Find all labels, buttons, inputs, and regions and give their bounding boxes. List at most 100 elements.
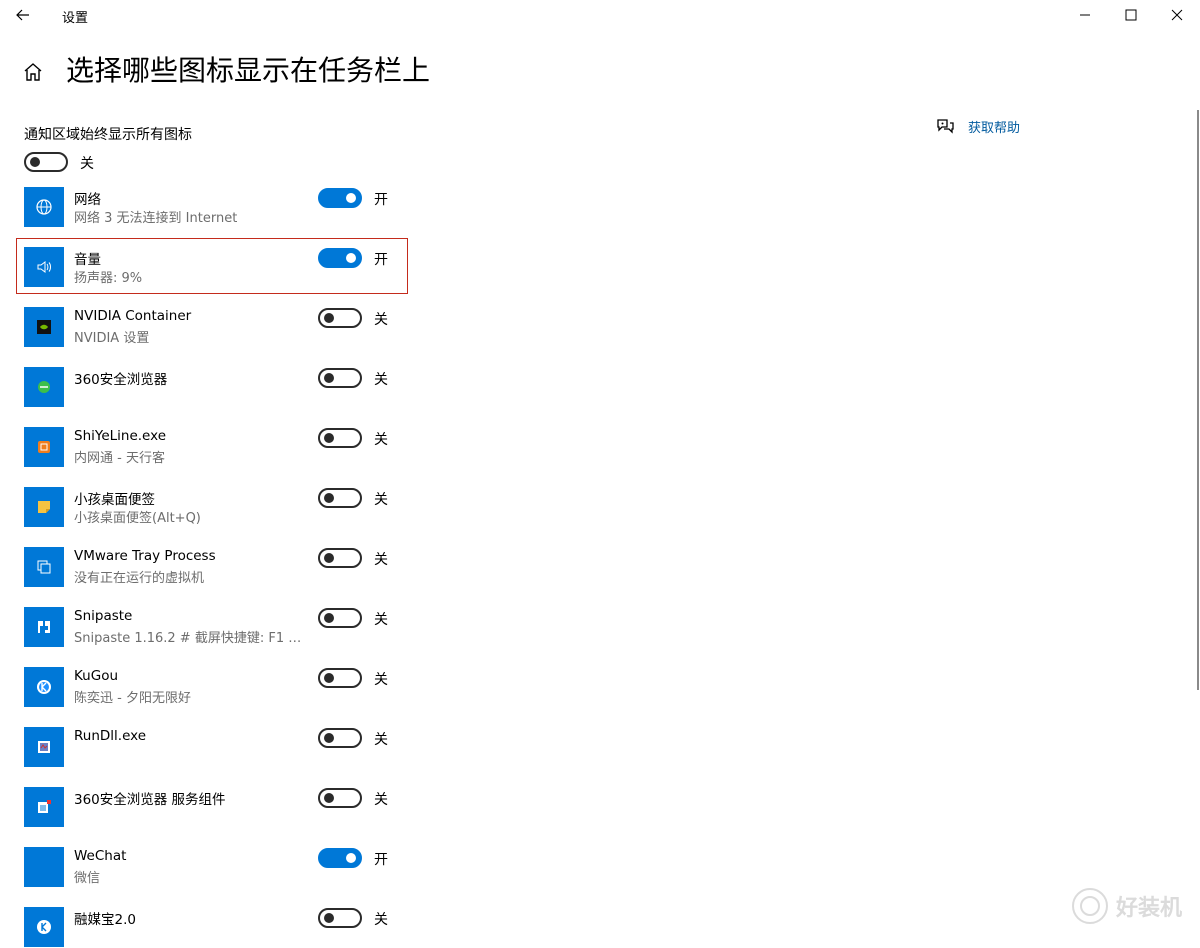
toggle-knob: [324, 493, 334, 503]
app-name: ShiYeLine.exe: [74, 428, 167, 444]
app-toggle-state: 关: [374, 312, 388, 328]
app-name: KuGou: [74, 668, 119, 684]
minimize-button[interactable]: [1062, 0, 1108, 30]
app-row: 网络网络 3 无法连接到 Internet 开: [0, 186, 420, 228]
app-name: VMware Tray Process: [74, 548, 216, 564]
app-toggle[interactable]: [318, 188, 362, 208]
app-name: 小孩桌面便签: [74, 492, 155, 508]
toggle-knob: [324, 793, 334, 803]
page-heading: 选择哪些图标显示在任务栏上: [0, 52, 800, 92]
app-toggle-row: 关: [318, 608, 438, 630]
app-toggle[interactable]: [318, 248, 362, 268]
app-toggle[interactable]: [318, 428, 362, 448]
always-show-toggle-row: 关: [24, 152, 224, 174]
app-toggle-state: 开: [374, 192, 388, 208]
app-row: 360安全浏览器 关: [0, 366, 420, 408]
app-subtitle: 没有正在运行的虚拟机: [74, 571, 205, 586]
page-title: 选择哪些图标显示在任务栏上: [66, 54, 431, 87]
shiyeline-icon: [24, 427, 64, 467]
app-toggle-state: 关: [374, 912, 388, 928]
app-row: ShiYeLine.exe 内网通 - 天行客 关: [0, 426, 420, 468]
toggle-knob: [30, 157, 40, 167]
toggle-knob: [324, 313, 334, 323]
app-toggle-row: 开: [318, 848, 438, 870]
toggle-knob: [324, 733, 334, 743]
app-row: VMware Tray Process 没有正在运行的虚拟机 关: [0, 546, 420, 588]
app-toggle[interactable]: [318, 728, 362, 748]
toggle-knob: [346, 193, 356, 203]
app-toggle-state: 关: [374, 372, 388, 388]
get-help-label[interactable]: 获取帮助: [968, 117, 1020, 136]
nvidia-icon: [24, 307, 64, 347]
app-subtitle: NVIDIA 设置: [74, 331, 150, 346]
360-service-icon: [24, 787, 64, 827]
back-arrow-icon: [16, 9, 29, 21]
toggle-knob: [346, 253, 356, 263]
always-show-state: 关: [80, 156, 94, 172]
app-name: NVIDIA Container: [74, 308, 192, 324]
toggle-knob: [324, 613, 334, 623]
app-toggle[interactable]: [318, 908, 362, 928]
app-name: Snipaste: [74, 608, 133, 624]
title-bar: 设置: [0, 0, 1200, 32]
app-toggle-state: 开: [374, 252, 388, 268]
app-row: NVIDIA Container NVIDIA 设置 关: [0, 306, 420, 348]
app-toggle-state: 关: [374, 612, 388, 628]
toggle-knob: [324, 673, 334, 683]
app-toggle-row: 关: [318, 908, 438, 930]
watermark-text: 好装机: [1116, 896, 1183, 921]
app-name: 网络: [74, 192, 101, 208]
always-show-toggle[interactable]: [24, 152, 68, 172]
app-toggle-row: 关: [318, 428, 438, 450]
globe-icon: [24, 187, 64, 227]
toggle-knob: [324, 553, 334, 563]
app-toggle-row: 关: [318, 728, 438, 750]
app-row: 360安全浏览器 服务组件 关: [0, 786, 420, 828]
app-toggle-state: 关: [374, 552, 388, 568]
home-icon: [24, 63, 42, 81]
app-toggle[interactable]: [318, 788, 362, 808]
app-subtitle: 微信: [74, 871, 101, 886]
app-subtitle: Snipaste 1.16.2 # 截屏快捷键: F1 贴...: [74, 631, 302, 646]
app-toggle[interactable]: [318, 848, 362, 868]
app-toggle[interactable]: [318, 668, 362, 688]
window-title: 设置: [62, 11, 89, 26]
app-toggle[interactable]: [318, 488, 362, 508]
app-row: Snipaste Snipaste 1.16.2 # 截屏快捷键: F1 贴...…: [0, 606, 420, 648]
app-name: WeChat: [74, 848, 127, 864]
app-subtitle: 网络 3 无法连接到 Internet: [74, 211, 238, 226]
minimize-icon: [1080, 14, 1090, 16]
app-toggle-row: 开: [318, 188, 438, 210]
close-button[interactable]: [1154, 0, 1200, 30]
back-button[interactable]: [10, 3, 36, 27]
app-toggle-state: 关: [374, 432, 388, 448]
app-row: 融媒宝2.0 关: [0, 906, 420, 948]
app-toggle[interactable]: [318, 308, 362, 328]
toggle-knob: [324, 373, 334, 383]
speaker-icon: [24, 247, 64, 287]
app-name: RunDll.exe: [74, 728, 147, 744]
app-toggle-state: 开: [374, 852, 388, 868]
app-name: 音量: [74, 252, 101, 268]
app-toggle-row: 关: [318, 788, 438, 810]
app-subtitle: 内网通 - 天行客: [74, 451, 165, 466]
app-name: 融媒宝2.0: [74, 912, 136, 928]
snipaste-icon: [24, 607, 64, 647]
app-toggle[interactable]: [318, 608, 362, 628]
app-toggle-state: 关: [374, 492, 388, 508]
toggle-knob: [346, 853, 356, 863]
rongmeibao-icon: [24, 907, 64, 947]
app-toggle-row: 关: [318, 368, 438, 390]
app-toggle-row: 关: [318, 548, 438, 570]
app-toggle-state: 关: [374, 672, 388, 688]
home-button[interactable]: [22, 61, 46, 85]
app-toggle-row: 关: [318, 668, 438, 690]
wechat-icon: [24, 847, 64, 887]
app-toggle[interactable]: [318, 368, 362, 388]
app-toggle-state: 关: [374, 732, 388, 748]
vmware-icon: [24, 547, 64, 587]
app-toggle[interactable]: [318, 548, 362, 568]
maximize-button[interactable]: [1108, 0, 1154, 30]
scrollbar[interactable]: [1197, 110, 1199, 690]
get-help-link[interactable]: 获取帮助: [936, 116, 1020, 136]
